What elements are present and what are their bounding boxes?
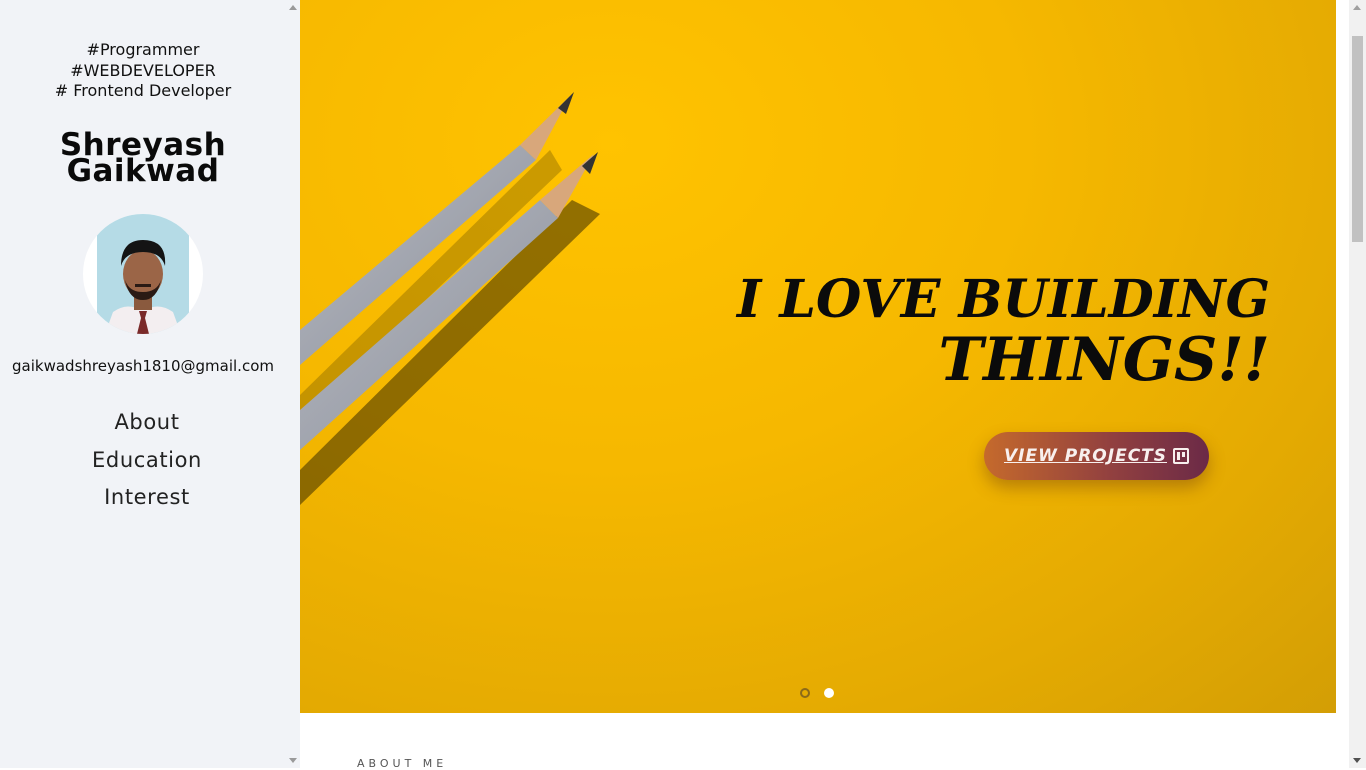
sidebar-nav: About Education Interest [0,404,294,517]
email-address: gaikwadshreyash1810@gmail.com [12,357,274,375]
about-section-label: ABOUT ME [357,757,448,770]
tag-frontend-developer: # Frontend Developer [54,81,232,100]
profile-name: Shreyash Gaikwad [0,130,286,189]
page-scrollbar[interactable] [1349,0,1366,768]
content-gutter [1336,0,1349,768]
tag-webdeveloper: #WEBDEVELOPER [70,60,216,80]
tag-programmer: #Programmer [86,40,200,59]
scroll-down-arrow-icon[interactable] [1353,758,1361,763]
kanban-icon [1173,448,1190,464]
nav-item-interest[interactable]: Interest [0,479,294,517]
profile-name-last: Gaikwad [66,153,220,189]
view-projects-label: VIEW PROJECTS [1003,446,1168,466]
hero-headline-line1: I LOVE BUILDING [737,269,1270,330]
hero-carousel: I LOVE BUILDING THINGS!! VIEW PROJECTS [300,0,1336,713]
tagline: #Programmer #WEBDEVELOPER # Frontend Dev… [0,40,286,102]
hero-headline: I LOVE BUILDING THINGS!! [737,269,1271,395]
carousel-dot-1[interactable] [800,688,810,698]
scroll-thumb[interactable] [1352,36,1363,242]
sidebar: #Programmer #WEBDEVELOPER # Frontend Dev… [0,0,300,768]
sidebar-scroll-down-arrow-icon[interactable] [289,758,297,763]
sidebar-scroll-up-arrow-icon[interactable] [289,5,297,10]
avatar [83,214,203,334]
nav-item-education[interactable]: Education [0,442,294,480]
carousel-dot-2[interactable] [824,688,834,698]
profile-photo-icon [97,214,189,334]
scroll-up-arrow-icon[interactable] [1353,5,1361,10]
hero-headline-line2: THINGS!! [938,325,1271,395]
view-projects-button[interactable]: VIEW PROJECTS [984,432,1209,480]
nav-item-about[interactable]: About [0,404,294,442]
carousel-indicators [800,688,834,698]
